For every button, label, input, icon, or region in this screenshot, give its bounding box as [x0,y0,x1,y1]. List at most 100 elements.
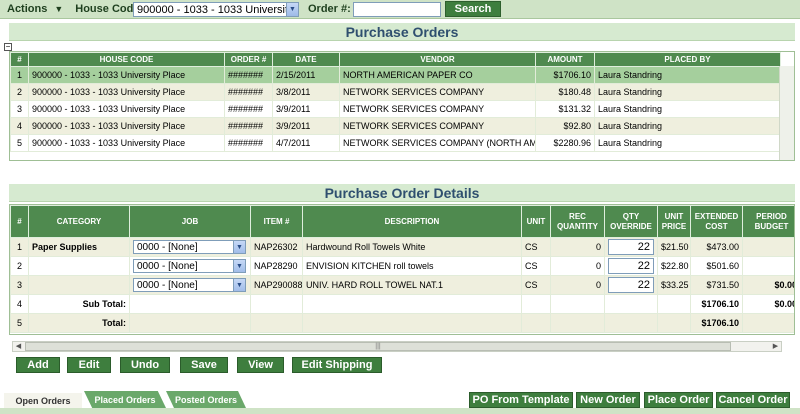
column-header[interactable]: QTY OVERRIDE [604,205,658,238]
search-button[interactable]: Search [445,1,501,17]
house-code-cell: 900000 - 1033 - 1033 University Place [28,83,225,101]
tab-posted-orders[interactable]: Posted Orders [166,391,246,408]
table-row[interactable]: 1 Paper Supplies 0000 - [None] ▼ NAP26302… [10,237,794,257]
amount-cell: $92.80 [535,117,595,135]
extended-cost-cell: $473.00 [690,237,743,257]
total-label: Total: [28,313,130,333]
table-row[interactable]: 5 900000 - 1033 - 1033 University Place … [10,134,781,152]
actions-menu[interactable]: Actions ▼ [7,3,63,15]
job-select[interactable]: 0000 - [None] ▼ [133,259,246,273]
column-header[interactable]: UNIT [521,205,551,238]
column-header[interactable]: PLACED BY [594,52,781,67]
details-grid: # CATEGORY JOB ITEM # DESCRIPTION UNIT R… [9,204,795,335]
column-header[interactable]: ORDER # [224,52,273,67]
edit-shipping-button[interactable]: Edit Shipping [292,357,382,373]
row-number: 1 [10,237,29,257]
table-row[interactable]: 3 900000 - 1033 - 1033 University Place … [10,100,781,118]
column-header[interactable]: ITEM # [250,205,303,238]
column-header[interactable]: JOB [129,205,251,238]
qty-override-input[interactable]: 22 [608,239,654,255]
column-header[interactable]: # [10,205,29,238]
column-header[interactable]: CATEGORY [28,205,130,238]
description-cell: ENVISION KITCHEN roll towels [302,256,522,276]
job-cell: 0000 - [None] ▼ [129,256,251,276]
save-button[interactable]: Save [180,357,228,373]
row-number: 5 [10,134,29,152]
house-code-cell: 900000 - 1033 - 1033 University Place [28,117,225,135]
placed-by-cell: Laura Standring [594,134,781,152]
description-cell: Hardwound Roll Towels White [302,237,522,257]
column-header[interactable]: # [10,52,29,67]
row-number: 2 [10,256,29,276]
tab-placed-orders[interactable]: Placed Orders [84,391,166,408]
new-order-button[interactable]: New Order [576,392,640,408]
view-button[interactable]: View [237,357,284,373]
table-header-row: # HOUSE CODE ORDER # DATE VENDOR AMOUNT … [10,52,781,67]
house-code-select[interactable]: 900000 - 1033 - 1033 University Pl ▼ [133,2,299,17]
po-from-template-button[interactable]: PO From Template [469,392,573,408]
column-header[interactable]: UNIT PRICE [657,205,691,238]
horizontal-scrollbar[interactable]: ◀ ||| ▶ [12,341,782,352]
qty-override-input[interactable]: 22 [608,277,654,293]
column-header[interactable]: DESCRIPTION [302,205,522,238]
actions-dropdown-icon: ▼ [54,4,64,14]
column-header[interactable]: DATE [272,52,340,67]
placed-by-cell: Laura Standring [594,117,781,135]
cancel-order-button[interactable]: Cancel Order [716,392,790,408]
qty-override-cell: 22 [604,275,658,295]
placed-by-cell: Laura Standring [594,83,781,101]
chevron-down-icon[interactable]: ▼ [233,279,245,291]
period-budget-cell [742,237,794,257]
details-table: # CATEGORY JOB ITEM # DESCRIPTION UNIT R… [10,205,794,333]
vendor-cell: NETWORK SERVICES COMPANY (NORTH AMERICA [339,134,536,152]
column-header[interactable]: AMOUNT [535,52,595,67]
column-header[interactable]: HOUSE CODE [28,52,225,67]
table-row[interactable]: 1 900000 - 1033 - 1033 University Place … [10,66,781,84]
chevron-down-icon[interactable]: ▼ [233,260,245,272]
category-cell [28,256,130,276]
extended-cost-cell: $501.60 [690,256,743,276]
job-select[interactable]: 0000 - [None] ▼ [133,240,246,254]
purchase-orders-table: # HOUSE CODE ORDER # DATE VENDOR AMOUNT … [10,52,781,152]
table-row[interactable]: 4 900000 - 1033 - 1033 University Place … [10,117,781,135]
row-number: 1 [10,66,29,84]
subtotal-row: 4 Sub Total: $1706.10 $0.00 [10,294,794,314]
rec-quantity-cell: 0 [550,256,605,276]
vendor-cell: NETWORK SERVICES COMPANY [339,100,536,118]
chevron-down-icon[interactable]: ▼ [286,3,298,16]
qty-override-input[interactable]: 22 [608,258,654,274]
column-header[interactable]: EXTENDED COST [690,205,743,238]
add-button[interactable]: Add [16,357,60,373]
date-cell: 3/9/2011 [272,100,340,118]
unit-price-cell: $22.80 [657,256,691,276]
undo-button[interactable]: Undo [120,357,170,373]
item-cell: NAP290088 [250,275,303,295]
row-number: 3 [10,100,29,118]
table-row[interactable]: 2 0000 - [None] ▼ NAP28290 ENVISION KITCH… [10,256,794,276]
details-title: Purchase Order Details [9,184,795,202]
edit-button[interactable]: Edit [67,357,111,373]
collapse-icon[interactable]: − [4,43,12,51]
scroll-thumb[interactable]: ||| [25,342,731,351]
house-code-value: 900000 - 1033 - 1033 University Pl [137,3,286,16]
house-code-cell: 900000 - 1033 - 1033 University Place [28,134,225,152]
job-select[interactable]: 0000 - [None] ▼ [133,278,246,292]
place-order-button[interactable]: Place Order [644,392,713,408]
table-row[interactable]: 3 0000 - [None] ▼ NAP290088 UNIV. HARD RO… [10,275,794,295]
order-cell: ####### [224,100,273,118]
scroll-right-icon[interactable]: ▶ [770,342,781,351]
table-row[interactable]: 2 900000 - 1033 - 1033 University Place … [10,83,781,101]
column-header[interactable]: PERIOD BUDGET [742,205,794,238]
row-number: 2 [10,83,29,101]
tab-open-orders[interactable]: Open Orders [4,391,82,408]
chevron-down-icon[interactable]: ▼ [233,241,245,253]
column-header[interactable]: VENDOR [339,52,536,67]
rec-quantity-cell: 0 [550,275,605,295]
order-number-input[interactable] [353,2,441,17]
amount-cell: $1706.10 [535,66,595,84]
column-header[interactable]: REC QUANTITY [550,205,605,238]
scroll-left-icon[interactable]: ◀ [13,342,24,351]
vertical-scrollbar[interactable] [779,66,794,160]
placed-by-cell: Laura Standring [594,100,781,118]
job-cell: 0000 - [None] ▼ [129,237,251,257]
